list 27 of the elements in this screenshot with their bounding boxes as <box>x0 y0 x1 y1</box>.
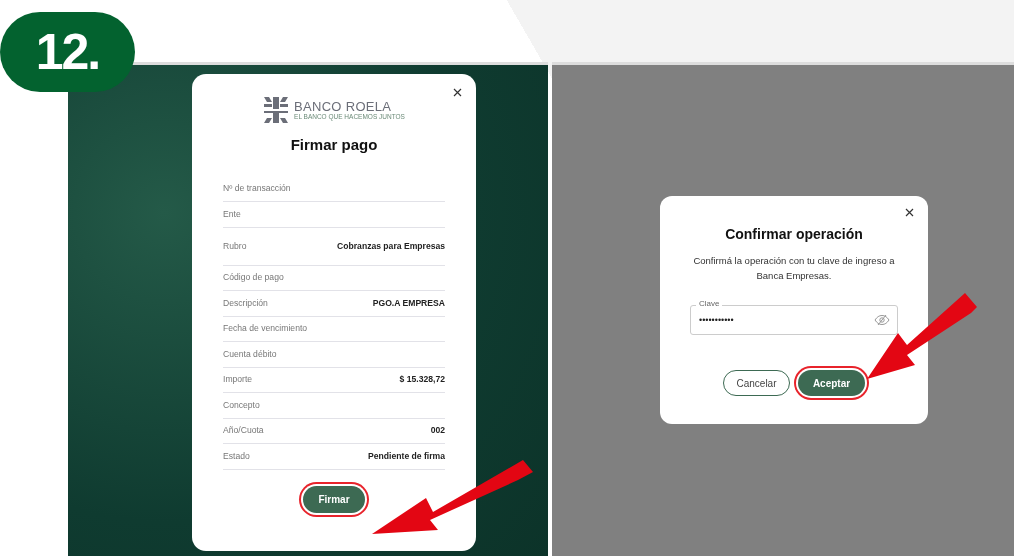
field-label: Importe <box>223 373 253 387</box>
step-number-badge: 12. <box>0 12 135 92</box>
field-label: Código de pago <box>223 271 284 285</box>
field-label: Rubro <box>223 239 247 253</box>
field-value: Cobranzas para Empresas <box>337 239 445 253</box>
password-field[interactable]: ••••••••••• <box>690 305 898 335</box>
field-label: Concepto <box>223 398 260 412</box>
field-label: Cuenta débito <box>223 347 277 361</box>
field-label: Nº de transacción <box>223 182 291 196</box>
field-value: PGO.A EMPRESA <box>372 296 445 310</box>
hidden-eye-icon[interactable] <box>874 314 890 326</box>
field-label: Fecha de vencimiento <box>223 322 308 336</box>
bank-name: BANCO ROELA <box>294 99 393 113</box>
close-icon[interactable] <box>453 88 462 97</box>
dialog-message: Confirmá la operación con tu clave de ingreso a Banca Empresas. <box>692 254 896 283</box>
field-label: Estado <box>223 449 250 463</box>
cancel-button[interactable]: Cancelar <box>723 370 790 396</box>
field-label: Año/Cuota <box>223 424 264 438</box>
field-value: 002 <box>430 424 445 438</box>
field-value: Pendiente de firma <box>368 449 445 463</box>
field-label: Ente <box>223 207 241 221</box>
close-icon[interactable] <box>905 208 914 217</box>
dialog-title: Firmar pago <box>290 135 378 155</box>
field-label: Descripción <box>223 296 268 310</box>
field-value: $ 15.328,72 <box>399 373 445 387</box>
bank-logo-icon <box>263 96 290 124</box>
dialog-title: Confirmar operación <box>725 225 863 244</box>
